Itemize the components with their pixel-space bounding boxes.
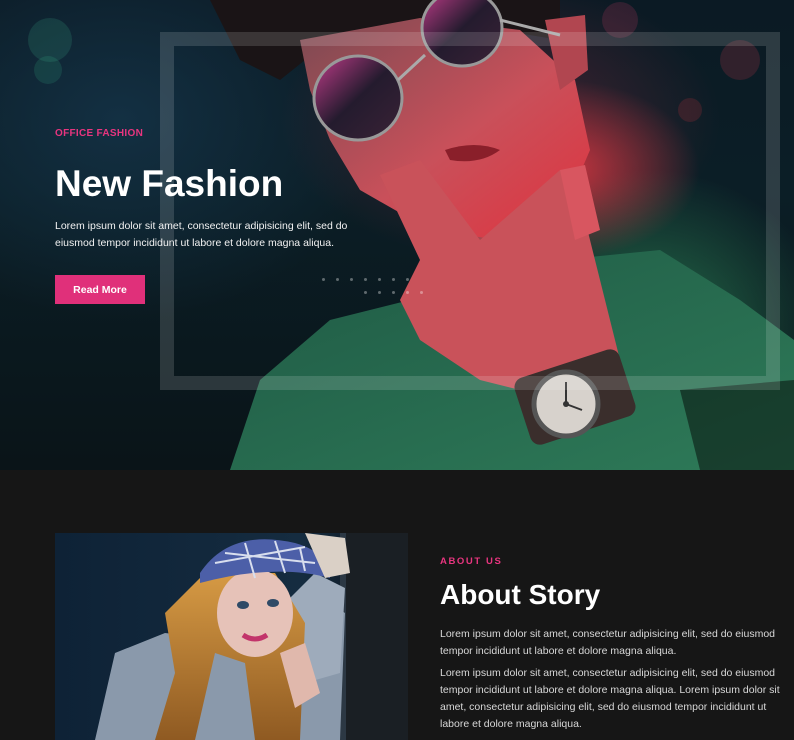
hero-description: Lorem ipsum dolor sit amet, consectetur … xyxy=(55,220,348,249)
about-title: About Story xyxy=(440,579,601,610)
read-more-button[interactable]: Read More xyxy=(55,275,145,304)
about-paragraph-2: Lorem ipsum dolor sit amet, consectetur … xyxy=(440,667,780,730)
hero-content: OFFICE FASHION New Fashion Lorem ipsum d… xyxy=(55,128,375,304)
hero-eyebrow: OFFICE FASHION xyxy=(55,128,144,139)
about-eyebrow: ABOUT US xyxy=(440,556,503,567)
about-model-image xyxy=(55,533,408,740)
about-section: ABOUT US About Story Lorem ipsum dolor s… xyxy=(0,470,794,740)
about-content: ABOUT US About Story Lorem ipsum dolor s… xyxy=(440,556,780,733)
about-photo xyxy=(55,533,408,740)
hero-title: New Fashion xyxy=(55,163,284,204)
hero-section: OFFICE FASHION New Fashion Lorem ipsum d… xyxy=(0,0,794,470)
about-paragraph-1: Lorem ipsum dolor sit amet, consectetur … xyxy=(440,628,775,657)
